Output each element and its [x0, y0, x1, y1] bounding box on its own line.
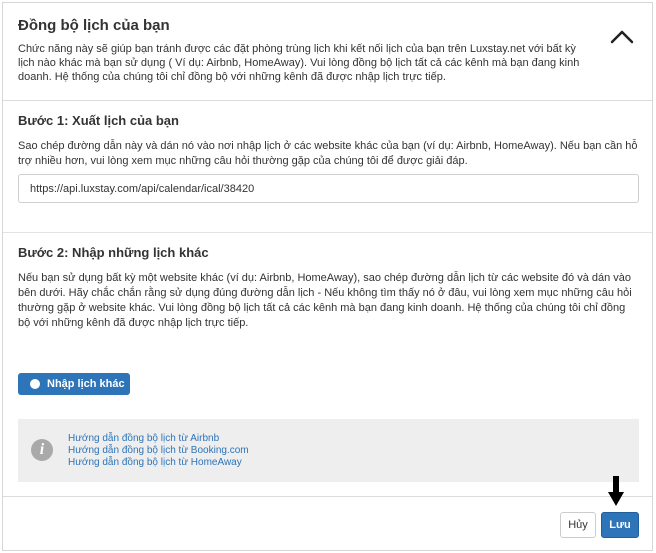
panel-title: Đồng bộ lịch của bạn — [18, 17, 170, 34]
panel-header: Đồng bộ lịch của bạn Chức năng này sẽ gi… — [3, 3, 652, 101]
help-link-homeaway[interactable]: Hướng dẫn đồng bộ lịch từ HomeAway — [68, 457, 249, 469]
step-export: Bước 1: Xuất lịch của bạn Sao chép đường… — [18, 113, 638, 169]
step1-description: Sao chép đường dẫn này và dán nó vào nơi… — [18, 140, 638, 167]
import-calendar-button[interactable]: Nhập lịch khác — [18, 373, 130, 395]
footer-divider — [3, 496, 652, 497]
help-link-airbnb[interactable]: Hướng dẫn đồng bộ lịch từ Airbnb — [68, 433, 249, 445]
help-link-booking[interactable]: Hướng dẫn đồng bộ lịch từ Booking.com — [68, 445, 249, 457]
step2-title: Bước 2: Nhập những lịch khác — [18, 245, 209, 260]
info-icon: i — [31, 439, 53, 461]
step1-title: Bước 1: Xuất lịch của bạn — [18, 113, 179, 128]
help-links: Hướng dẫn đồng bộ lịch từ Airbnb Hướng d… — [68, 433, 249, 469]
import-calendar-label: Nhập lịch khác — [47, 378, 125, 390]
panel-intro: Chức năng này sẽ giúp bạn tránh được các… — [18, 43, 580, 83]
arrow-cursor-icon — [608, 476, 624, 506]
step-import: Bước 2: Nhập những lịch khác Nếu bạn sử … — [18, 245, 638, 331]
plus-circle-icon — [30, 379, 40, 389]
cancel-button[interactable]: Hủy — [560, 512, 596, 538]
export-url-input[interactable] — [18, 174, 639, 203]
help-box: i Hướng dẫn đồng bộ lịch từ Airbnb Hướng… — [18, 419, 639, 482]
save-button[interactable]: Lưu — [601, 512, 639, 538]
calendar-sync-panel: Đồng bộ lịch của bạn Chức năng này sẽ gi… — [2, 2, 653, 551]
chevron-up-icon[interactable] — [609, 27, 635, 47]
section-divider — [3, 232, 652, 233]
step2-description: Nếu bạn sử dụng bất kỳ một website khác … — [18, 272, 632, 329]
